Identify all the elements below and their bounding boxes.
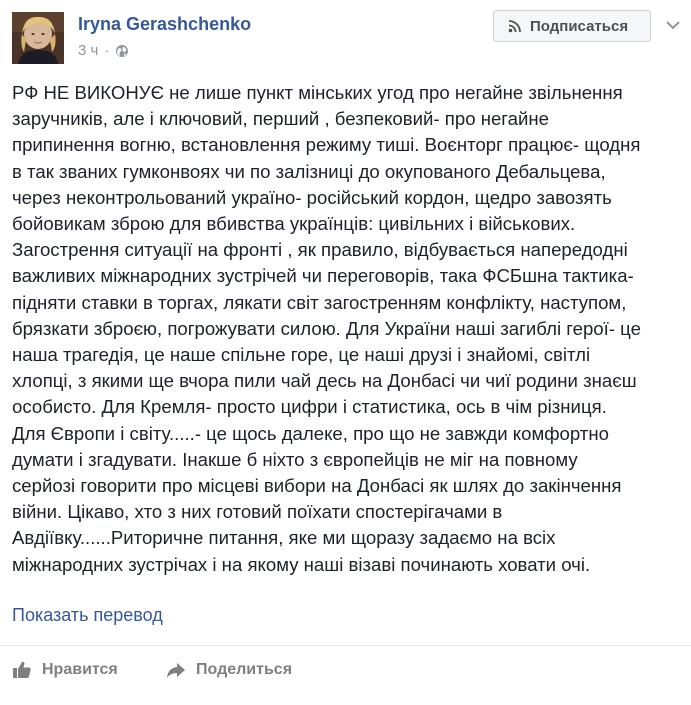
post-text-line: підняти ставки в торгах, лякати світ заг… [12, 291, 627, 313]
post-text-line: брязкати зброєю, погрожувати силою. Для … [12, 317, 641, 339]
post-text-line: Для Європи і світу.....- це щось далеке,… [12, 422, 609, 444]
post-text-line: важливих міжнародних зустрічей чи перего… [12, 265, 634, 287]
post-text-line: війни. Цікаво, хто з них готовий поїхати… [12, 501, 503, 523]
globe-icon[interactable] [115, 44, 129, 58]
author-name[interactable]: Iryna Gerashchenko [78, 14, 251, 35]
post-text-line: заручників, але і ключовий, перший , без… [12, 108, 550, 130]
post-text-line: наша трагедія, це наше спільне горе, це … [12, 344, 591, 366]
subscribe-button[interactable]: Подписаться [493, 10, 651, 42]
subscribe-label: Подписаться [530, 17, 629, 35]
share-button[interactable]: Поделиться [166, 660, 292, 680]
post-actions: Нравится Поделиться [0, 645, 691, 693]
share-icon [167, 663, 185, 678]
share-label: Поделиться [196, 661, 293, 678]
post-text-line: РФ НЕ ВИКОНУЄ не лише пункт мінських уго… [12, 82, 623, 103]
post-text-line: через неконтрольований україно- російськ… [12, 186, 612, 208]
thumbs-up-icon [13, 661, 31, 678]
post-text-line: міжнародних зустрічах і на якому наші ві… [12, 553, 591, 575]
post-timestamp[interactable]: 3 ч [78, 42, 98, 59]
post-text-line: хлопці, з якими ще вчора пили чай десь н… [12, 370, 637, 392]
like-button[interactable]: Нравится [12, 660, 118, 680]
avatar-photo [12, 12, 64, 64]
show-translation-link[interactable]: Показать перевод [12, 605, 163, 626]
post-body: РФ НЕ ВИКОНУЄ не лише пункт мінських уго… [12, 80, 687, 578]
post-text-line: Авдіївку......Риторичне питання, яке ми … [12, 527, 556, 549]
post-text-line: в так званих гумконвоях чи по залізниці … [12, 160, 606, 182]
post-text-line: бойовикам зброю для вбивства українців: … [12, 213, 576, 235]
chevron-down-icon[interactable] [662, 14, 684, 36]
post-text-line: Загострення ситуації на фронті , як прав… [12, 239, 628, 261]
meta-separator: · [104, 42, 110, 59]
rss-icon [508, 20, 521, 33]
post-text-line: особисто. Для Кремля- просто цифри і ста… [12, 396, 607, 418]
post-text-line: припинення вогню, встановлення режиму ти… [12, 134, 641, 156]
avatar[interactable] [12, 12, 64, 64]
like-label: Нравится [42, 661, 118, 678]
post-text-line: серйозі говорити про місцеві вибори на Д… [12, 475, 622, 497]
post-text-line: думати і згадувати. Інакше б ніхто з євр… [12, 448, 578, 470]
post-meta: 3 ч · [78, 42, 129, 59]
facebook-post: Iryna Gerashchenko 3 ч · Подписаться РФ … [0, 0, 691, 705]
